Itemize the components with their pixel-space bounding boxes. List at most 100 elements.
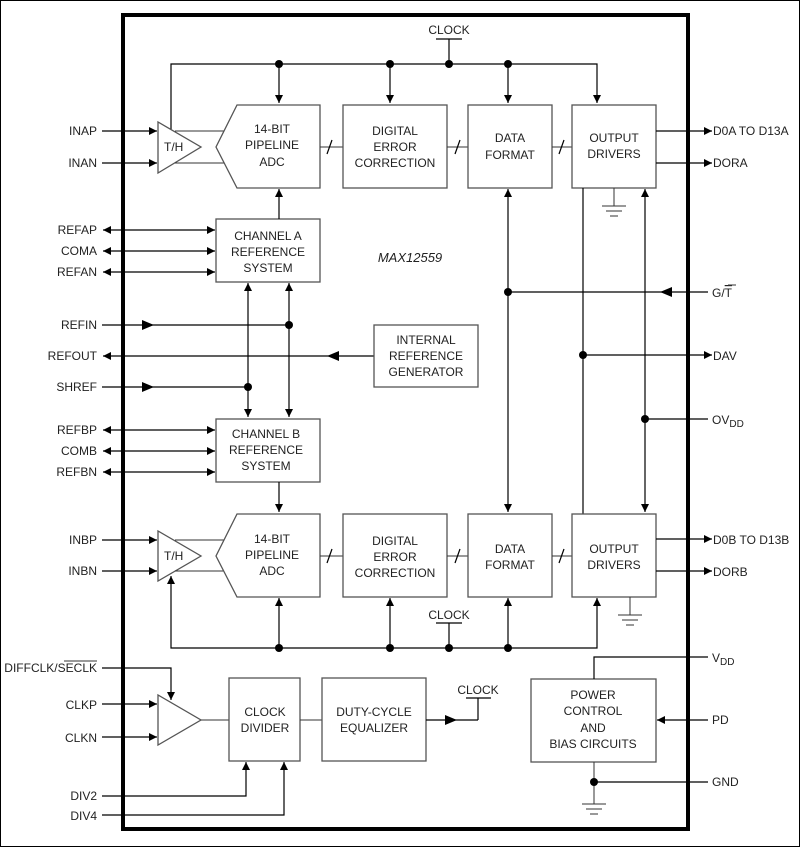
ref-b-line2: REFERENCE [229,443,303,457]
pin-dav: DAV [713,349,737,363]
adc-b-line2: PIPELINE [245,548,299,562]
arrow-icon [660,287,672,297]
ref-a-line3: SYSTEM [243,261,292,275]
pin-dorb: DORB [713,565,748,579]
adc-b-line3: ADC [259,564,285,578]
pin-refbp: REFBP [57,423,97,437]
ref-b-line3: SYSTEM [241,459,290,473]
pin-refbn: REFBN [56,465,97,479]
junction-dot [275,644,283,652]
junction-dot [579,351,587,359]
junction-dot [445,60,453,68]
pin-d0b-d13b: D0B TO D13B [713,533,789,547]
intref-line3: GENERATOR [389,365,464,379]
arrow-icon [142,320,154,330]
dec-b-line1: DIGITAL [372,534,418,548]
intref-line2: REFERENCE [389,349,463,363]
clock-input-buffer [157,693,203,747]
dce-line2: EQUALIZER [340,721,408,735]
pin-d0a-d13a: D0A TO D13A [713,124,789,138]
ref-b-line1: CHANNEL B [232,427,300,441]
pin-dora: DORA [713,156,748,170]
pin-vdd: VDD [712,651,734,668]
th-label-b: T/H [164,549,183,563]
part-number: MAX12559 [378,250,442,265]
pin-ovdd: OVDD [712,413,744,430]
ground-icon [618,614,642,626]
adc-a-line3: ADC [259,155,285,169]
ref-a-line2: REFERENCE [231,245,305,259]
diffclk-wire [102,667,175,700]
fmt-b-line2: FORMAT [485,558,535,572]
pin-inan: INAN [68,156,97,170]
th-label-a: T/H [164,140,183,154]
fmt-a-line2: FORMAT [485,148,535,162]
pin-coma: COMA [61,244,97,258]
arrow-icon [327,351,339,361]
clock-divider [228,677,301,762]
junction-dot [590,778,598,786]
pin-gnd: GND [712,775,739,789]
dce-line1: DUTY-CYCLE [336,705,412,719]
pin-shref: SHREF [56,380,97,394]
pin-diffclk-seclk: DIFFCLK/SECLK [4,661,97,675]
junction-dot [641,415,649,423]
pin-inbp: INBP [69,533,97,547]
power-line1: POWER [570,688,616,702]
adc-a-line2: PIPELINE [245,138,299,152]
drv-b-line1: OUTPUT [589,542,639,556]
drv-b-line2: DRIVERS [587,558,640,572]
dec-b-line3: CORRECTION [355,566,436,580]
junction-dot [504,288,512,296]
pin-inap: INAP [69,124,97,138]
clkdiv-line1: CLOCK [244,705,285,719]
pin-comb: COMB [61,444,97,458]
vdd-wire [593,656,708,679]
pin-div2: DIV2 [70,789,97,803]
pin-inbn: INBN [68,564,97,578]
block-diagram: CLOCK T/H 14-BIT PIPELINE ADC DIGITAL ER… [4,13,789,831]
data-format-a [467,104,553,189]
dec-a-line3: CORRECTION [355,156,436,170]
junction-dot [386,60,394,68]
pin-refin: REFIN [61,318,97,332]
junction-dot [504,60,512,68]
arrow-icon [142,382,154,392]
ref-a-line1: CHANNEL A [234,229,302,243]
arrow-icon [445,715,457,725]
pin-div4: DIV4 [70,809,97,823]
junction-dot [386,644,394,652]
power-line3: AND [580,721,606,735]
intref-line1: INTERNAL [396,333,456,347]
drv-a-line2: DRIVERS [587,147,640,161]
adc-b-line1: 14-BIT [254,532,291,546]
clock-label-out: CLOCK [457,683,498,697]
dec-a-line1: DIGITAL [372,124,418,138]
junction-dot [244,383,252,391]
power-line4: BIAS CIRCUITS [549,737,636,751]
adc-a-line1: 14-BIT [254,122,291,136]
pin-refout: REFOUT [48,349,98,363]
junction-dot [275,60,283,68]
clock-label-b: CLOCK [428,608,469,622]
pin-gt: G/T [712,286,733,300]
power-line2: CONTROL [564,704,623,718]
pin-refap: REFAP [58,223,97,237]
clkdiv-line2: DIVIDER [241,721,290,735]
pin-refan: REFAN [57,265,97,279]
clock-label-a: CLOCK [428,23,469,37]
dec-b-line2: ERROR [373,550,417,564]
drv-a-line1: OUTPUT [589,131,639,145]
junction-dot [504,644,512,652]
pin-clkp: CLKP [66,698,97,712]
fmt-a-line1: DATA [495,131,525,145]
ground-icon [582,803,606,815]
junction-dot [285,321,293,329]
div4-wire [102,762,288,816]
ground-icon [602,205,626,217]
junction-dot [445,644,453,652]
pin-pd: PD [712,713,729,727]
pin-clkn: CLKN [65,731,97,745]
fmt-b-line1: DATA [495,542,525,556]
duty-cycle-equalizer [321,677,427,762]
